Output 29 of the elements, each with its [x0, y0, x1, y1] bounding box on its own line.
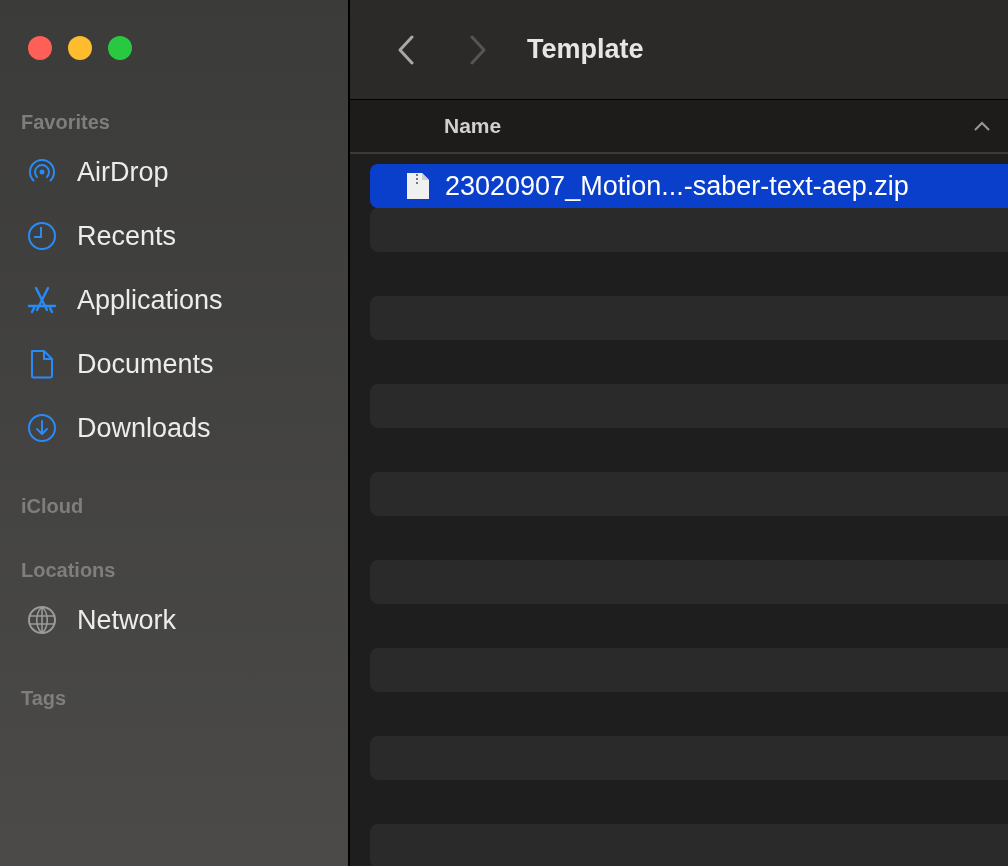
- globe-icon: [27, 605, 57, 635]
- zoom-button[interactable]: [108, 36, 132, 60]
- sidebar-item[interactable]: AirDrop: [0, 140, 348, 204]
- sidebar-item-label: Recents: [77, 219, 177, 253]
- sidebar-section-heading: Locations: [20, 558, 117, 583]
- sort-ascending-icon[interactable]: [974, 121, 990, 131]
- file-name: 23020907_Motion...-saber-text-aep.zip: [445, 169, 909, 203]
- sidebar-item-label: Downloads: [77, 411, 211, 445]
- sidebar-section-heading: iCloud: [20, 494, 85, 519]
- sidebar-item[interactable]: Recents: [0, 204, 348, 268]
- sidebar-item-label: Documents: [77, 347, 214, 381]
- sidebar-item[interactable]: Documents: [0, 332, 348, 396]
- sidebar-item-label: Applications: [77, 283, 223, 317]
- sidebar-section-heading: Tags: [20, 686, 68, 711]
- window-title: Template: [527, 33, 644, 67]
- clock-icon: [27, 221, 57, 251]
- sidebar-item[interactable]: Downloads: [0, 396, 348, 460]
- sidebar-section-heading: Favorites: [20, 110, 111, 135]
- sidebar-item-label: Network: [77, 603, 177, 637]
- back-icon[interactable]: [397, 34, 415, 65]
- zip-file-icon: [405, 171, 431, 201]
- sidebar-item[interactable]: Network: [0, 588, 348, 652]
- column-heading[interactable]: Name: [444, 110, 502, 142]
- sidebar-item-label: AirDrop: [77, 155, 169, 189]
- minimize-button[interactable]: [68, 36, 92, 60]
- file-row[interactable]: 23020907_Motion...-saber-text-aep.zip: [370, 164, 1008, 208]
- sidebar-item[interactable]: Applications: [0, 268, 348, 332]
- app-store-icon: [27, 285, 57, 315]
- close-button[interactable]: [28, 36, 52, 60]
